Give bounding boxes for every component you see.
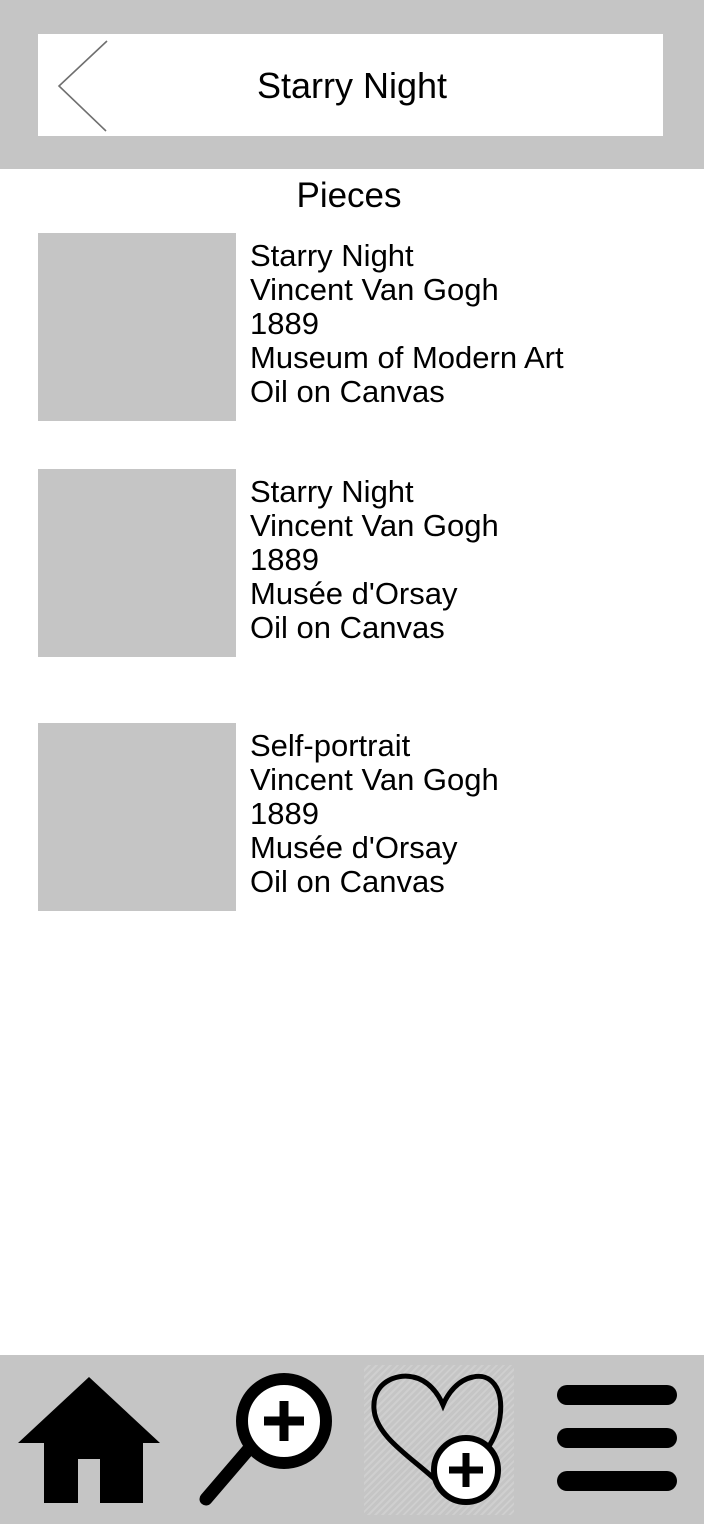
piece-artist: Vincent Van Gogh <box>250 762 499 797</box>
piece-year: 1889 <box>250 542 319 577</box>
piece-location: Musée d'Orsay <box>250 576 458 611</box>
menu-icon <box>557 1385 677 1491</box>
chevron-left-icon <box>57 40 108 132</box>
piece-medium: Oil on Canvas <box>250 864 445 899</box>
piece-year: 1889 <box>250 796 319 831</box>
piece-location: Museum of Modern Art <box>250 340 564 375</box>
piece-artist: Vincent Van Gogh <box>250 272 499 307</box>
piece-medium: Oil on Canvas <box>250 374 445 409</box>
nav-favorite-add-button[interactable] <box>360 1355 530 1524</box>
list-item[interactable]: Starry Night Vincent Van Gogh 1889 Museu… <box>38 233 658 421</box>
heart-add-icon <box>371 1373 504 1505</box>
piece-title: Starry Night <box>250 238 414 273</box>
nav-home-button[interactable] <box>0 1355 176 1524</box>
back-button[interactable] <box>52 38 114 134</box>
piece-info: Starry Night Vincent Van Gogh 1889 Musée… <box>250 475 499 645</box>
piece-thumbnail <box>38 233 236 421</box>
title-box: Starry Night <box>38 34 663 136</box>
piece-medium: Oil on Canvas <box>250 610 445 645</box>
piece-thumbnail <box>38 723 236 911</box>
list-item[interactable]: Starry Night Vincent Van Gogh 1889 Musée… <box>38 469 658 657</box>
bottom-nav <box>0 1355 704 1524</box>
section-title: Pieces <box>296 176 402 215</box>
list-item[interactable]: Self-portrait Vincent Van Gogh 1889 Musé… <box>38 723 658 911</box>
nav-search-button[interactable] <box>180 1355 355 1524</box>
nav-menu-button[interactable] <box>535 1355 704 1524</box>
zoom-in-icon <box>199 1373 332 1506</box>
piece-title: Starry Night <box>250 474 414 509</box>
piece-info: Starry Night Vincent Van Gogh 1889 Museu… <box>250 239 564 409</box>
piece-title: Self-portrait <box>250 728 411 763</box>
piece-location: Musée d'Orsay <box>250 830 458 865</box>
header-bar: Starry Night <box>0 0 704 169</box>
home-icon <box>18 1377 160 1503</box>
piece-info: Self-portrait Vincent Van Gogh 1889 Musé… <box>250 729 499 899</box>
piece-year: 1889 <box>250 306 319 341</box>
piece-artist: Vincent Van Gogh <box>250 508 499 543</box>
piece-thumbnail <box>38 469 236 657</box>
